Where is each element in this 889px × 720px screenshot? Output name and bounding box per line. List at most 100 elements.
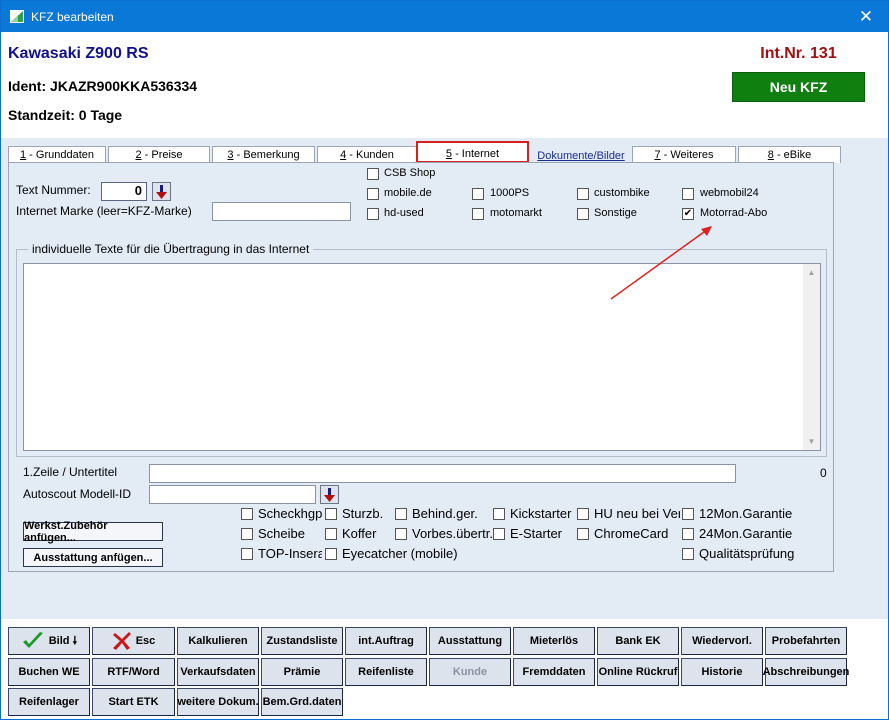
kfz-window: KFZ bearbeiten ✕ Kawasaki Z900 RS Ident:… [0,0,889,720]
online-rueckruf-button[interactable]: Online Rückruf [597,658,679,686]
portal-checkbox-motomarkt[interactable] [472,208,484,220]
portal-checkbox-webmobil24[interactable] [682,188,694,200]
feature-label: Kickstarter [510,506,572,521]
text-nummer-field[interactable]: 0 [101,182,147,201]
window-title: KFZ bearbeiten [31,10,114,24]
tab-bar: 1 - Grunddaten 2 - Preise 3 - Bemerkung … [1,138,888,163]
autoscout-down-button[interactable] [320,485,339,504]
int-auftrag-button[interactable]: int.Auftrag [345,627,427,655]
portal-label: custombike [594,187,650,199]
internet-marke-input[interactable] [212,202,351,221]
ausstattung-anfuegen-button[interactable]: Ausstattung anfügen... [23,548,163,567]
scroll-up-icon[interactable]: ▲ [803,264,820,281]
start-etk-button[interactable]: Start ETK [92,688,175,716]
checkmark-icon [22,632,43,648]
feature-checkbox-kickstarter[interactable] [493,508,505,520]
zeile-label: 1.Zeile / Untertitel [23,465,118,479]
bank-ek-button[interactable]: Bank EK [597,627,679,655]
portal-label: mobile.de [384,187,432,199]
portal-label: 1000PS [490,187,530,199]
feature-checkbox-top-inserat[interactable] [241,548,253,560]
bild-button[interactable]: Bild 🠗 [8,627,90,655]
tab-internet[interactable]: 5 - Internet [416,141,529,163]
portal-checkbox-hd-used[interactable] [367,208,379,220]
portal-checkbox-mobile-de[interactable] [367,188,379,200]
button-label: Bild [48,635,70,647]
kunde-button: Kunde [429,658,511,686]
text-area-scrollbar[interactable]: ▲ ▼ [803,264,820,450]
feature-checkbox-sturzbuegel[interactable] [325,508,337,520]
tab-grunddaten[interactable]: 1 - Grunddaten [8,146,106,163]
feature-checkbox-e-starter[interactable] [493,528,505,540]
feature-label: E-Starter [510,526,563,541]
wiedervorlage-button[interactable]: Wiedervorl. [681,627,763,655]
portal-checkbox-sonstige[interactable] [577,208,589,220]
feature-label: Qualitätsprüfung [699,546,795,561]
feature-checkbox-chromecard[interactable] [577,528,589,540]
portal-checkbox-custombike[interactable] [577,188,589,200]
text-nummer-down-button[interactable] [152,182,171,201]
feature-checkbox-koffer[interactable] [325,528,337,540]
feature-checkbox-qualitaetspruefung[interactable] [682,548,694,560]
historie-button[interactable]: Historie [681,658,763,686]
portal-checkbox-1000ps[interactable] [472,188,484,200]
weitere-dokumente-button[interactable]: weitere Dokum. [177,688,259,716]
abschreibungen-button[interactable]: Abschreibungen [763,658,849,686]
tab-preise[interactable]: 2 - Preise [108,146,210,163]
feature-checkbox-24mon-garantie[interactable] [682,528,694,540]
arrow-down-icon [156,184,167,199]
ausstattung-button[interactable]: Ausstattung [429,627,511,655]
red-x-icon [112,632,131,650]
feature-checkbox-12mon-garantie[interactable] [682,508,694,520]
tab-label: - Kunden [346,149,394,161]
tab-label: - Preise [141,149,183,161]
zustandsliste-button[interactable]: Zustandsliste [261,627,343,655]
tab-label: - eBike [773,149,812,161]
internet-text-area[interactable]: ▲ ▼ [23,263,821,451]
esc-button[interactable]: Esc [92,627,175,655]
vehicle-ident: Ident: JKAZR900KKA536334 [8,78,198,94]
autoscout-label: Autoscout Modell-ID [23,487,132,501]
tab-bemerkung[interactable]: 3 - Bemerkung [212,146,315,163]
reifenlager-button[interactable]: Reifenlager [8,688,90,716]
tab-weiteres[interactable]: 7 - Weiteres [632,146,736,163]
vehicle-model: Kawasaki Z900 RS [8,45,149,62]
rtf-word-button[interactable]: RTF/Word [92,658,175,686]
feature-checkbox-hu-neu[interactable] [577,508,589,520]
feature-label: Koffer [342,526,377,541]
feature-label: Vorbes.übertr. [412,526,492,541]
scroll-down-icon[interactable]: ▼ [803,433,820,450]
arrow-down-icon [324,487,335,502]
portal-label: hd-used [384,207,424,219]
reifenliste-button[interactable]: Reifenliste [345,658,427,686]
tab-label: - Weiteres [660,149,714,161]
zeile-input[interactable] [149,464,736,483]
mieterloes-button[interactable]: Mieterlös [513,627,595,655]
portal-label: CSB Shop [384,167,436,179]
bem-grunddaten-button[interactable]: Bem.Grd.daten [261,688,343,716]
feature-checkbox-behindertengerecht[interactable] [395,508,407,520]
kalkulieren-button[interactable]: Kalkulieren [177,627,259,655]
feature-checkbox-scheibe[interactable] [241,528,253,540]
tab-kunden[interactable]: 4 - Kunden [317,146,417,163]
autoscout-input[interactable] [149,485,316,504]
buchen-we-button[interactable]: Buchen WE [8,658,90,686]
verkaufsdaten-button[interactable]: Verkaufsdaten [177,658,259,686]
fremddaten-button[interactable]: Fremddaten [513,658,595,686]
close-icon[interactable]: ✕ [844,1,888,32]
new-vehicle-badge[interactable]: Neu KFZ [732,72,865,102]
tab-ebike[interactable]: 8 - eBike [738,146,841,163]
feature-checkbox-eyecatcher[interactable] [325,548,337,560]
portal-checkbox-motorrad-abo[interactable]: ✔ [682,208,694,220]
feature-checkbox-vorbesitzer[interactable] [395,528,407,540]
vehicle-header: Kawasaki Z900 RS Ident: JKAZR900KKA53633… [1,32,888,138]
feature-label: 24Mon.Garantie [699,526,793,541]
praemie-button[interactable]: Prämie [261,658,343,686]
portal-checkbox-csb-shop[interactable] [367,168,379,180]
feature-checkbox-scheckheft[interactable] [241,508,253,520]
portal-label: motomarkt [490,207,542,219]
werkstatt-zubehoer-button[interactable]: Werkst.Zubehör anfügen... [23,520,163,544]
probefahrten-button[interactable]: Probefahrten [765,627,847,655]
bottom-toolbar: Bild 🠗 Esc Kalkulieren Zustandsliste int… [8,627,849,717]
zeile-char-count: 0 [820,466,827,480]
